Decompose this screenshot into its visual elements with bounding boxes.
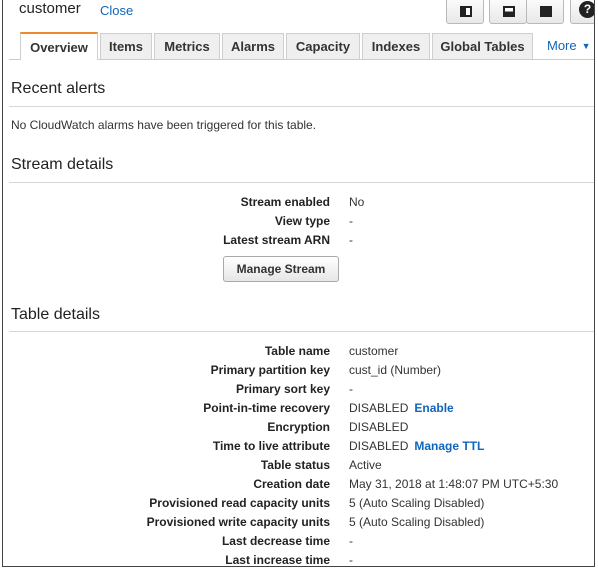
detail-row: Latest stream ARN - <box>3 231 594 250</box>
detail-row: Last decrease time - <box>3 532 594 551</box>
view-split-left-button[interactable] <box>446 0 484 24</box>
chevron-down-icon: ▼ <box>581 41 591 51</box>
manage-stream-button[interactable]: Manage Stream <box>223 256 339 282</box>
panel-left-icon <box>460 6 472 17</box>
detail-row: Primary sort key - <box>3 380 594 399</box>
panel-bottom-icon <box>503 6 515 17</box>
more-label: More <box>547 38 577 53</box>
detail-label: Table name <box>264 344 330 358</box>
detail-label: Latest stream ARN <box>223 233 330 247</box>
tab-metrics[interactable]: Metrics <box>154 33 220 59</box>
ttl-status: DISABLED <box>349 439 409 453</box>
detail-label: Provisioned write capacity units <box>146 515 330 529</box>
detail-label: Stream enabled <box>240 195 330 209</box>
detail-value: cust_id (Number) <box>349 363 442 377</box>
stream-details-title: Stream details <box>11 156 114 173</box>
close-link[interactable]: Close <box>100 3 133 18</box>
detail-value: - <box>349 553 353 567</box>
detail-value: - <box>349 214 353 228</box>
tab-overview[interactable]: Overview <box>20 32 98 60</box>
detail-label: View type <box>274 214 330 228</box>
tab-global-tables[interactable]: Global Tables <box>432 33 533 59</box>
help-icon: ? <box>579 1 594 18</box>
detail-value: 5 (Auto Scaling Disabled) <box>349 515 485 529</box>
section-divider <box>9 331 594 332</box>
detail-label: Primary partition key <box>210 363 330 377</box>
help-button[interactable]: ? <box>570 0 594 24</box>
tab-capacity[interactable]: Capacity <box>286 33 360 59</box>
detail-label: Table status <box>260 458 330 472</box>
detail-value: 5 (Auto Scaling Disabled) <box>349 496 485 510</box>
tab-alarms[interactable]: Alarms <box>222 33 284 59</box>
detail-value: No <box>349 195 365 209</box>
tab-indexes[interactable]: Indexes <box>362 33 430 59</box>
more-tabs-dropdown[interactable]: More ▼ <box>547 38 591 53</box>
detail-value: - <box>349 233 353 247</box>
section-divider <box>9 182 594 183</box>
view-full-button[interactable] <box>526 0 564 24</box>
panel-full-icon <box>540 6 552 17</box>
detail-row: Table status Active <box>3 456 594 475</box>
alerts-message: No CloudWatch alarms have been triggered… <box>11 118 317 132</box>
detail-row: Time to live attribute DISABLED Manage TT… <box>3 437 594 456</box>
detail-row: Encryption DISABLED <box>3 418 594 437</box>
detail-value: DISABLED Enable <box>349 399 454 418</box>
detail-value: DISABLED Manage TTL <box>349 437 484 456</box>
detail-row: Primary partition key cust_id (Number) <box>3 361 594 380</box>
detail-value: - <box>349 534 353 548</box>
tab-items[interactable]: Items <box>100 33 152 59</box>
manage-ttl-link[interactable]: Manage TTL <box>414 439 484 453</box>
detail-label: Last decrease time <box>221 534 330 548</box>
detail-value: DISABLED <box>349 420 409 434</box>
detail-row: Point-in-time recovery DISABLED Enable <box>3 399 594 418</box>
detail-row: View type - <box>3 212 594 231</box>
section-divider <box>9 106 594 107</box>
detail-label: Creation date <box>253 477 330 491</box>
detail-label: Encryption <box>267 420 330 434</box>
detail-label: Time to live attribute <box>212 439 330 453</box>
detail-value: Active <box>349 458 382 472</box>
detail-label: Primary sort key <box>235 382 330 396</box>
detail-row: Stream enabled No <box>3 193 594 212</box>
detail-value: customer <box>349 344 399 358</box>
recent-alerts-title: Recent alerts <box>11 80 106 97</box>
table-title: customer <box>19 0 81 17</box>
detail-row: Provisioned read capacity units 5 (Auto … <box>3 494 594 513</box>
pitr-status: DISABLED <box>349 401 409 415</box>
detail-value: - <box>349 382 353 396</box>
view-split-bottom-button[interactable] <box>489 0 527 24</box>
detail-row: Table name customer <box>3 342 594 361</box>
detail-row: Creation date May 31, 2018 at 1:48:07 PM… <box>3 475 594 494</box>
table-details-title: Table details <box>11 306 100 323</box>
detail-label: Point-in-time recovery <box>203 401 330 415</box>
detail-row: Last increase time - <box>3 551 594 567</box>
enable-pitr-link[interactable]: Enable <box>414 401 453 415</box>
table-detail-panel: customer Close ? Overview Items Metrics … <box>2 0 595 567</box>
detail-row: Provisioned write capacity units 5 (Auto… <box>3 513 594 532</box>
detail-label: Last increase time <box>225 553 330 567</box>
detail-label: Provisioned read capacity units <box>149 496 330 510</box>
detail-value: May 31, 2018 at 1:48:07 PM UTC+5:30 <box>349 477 559 491</box>
